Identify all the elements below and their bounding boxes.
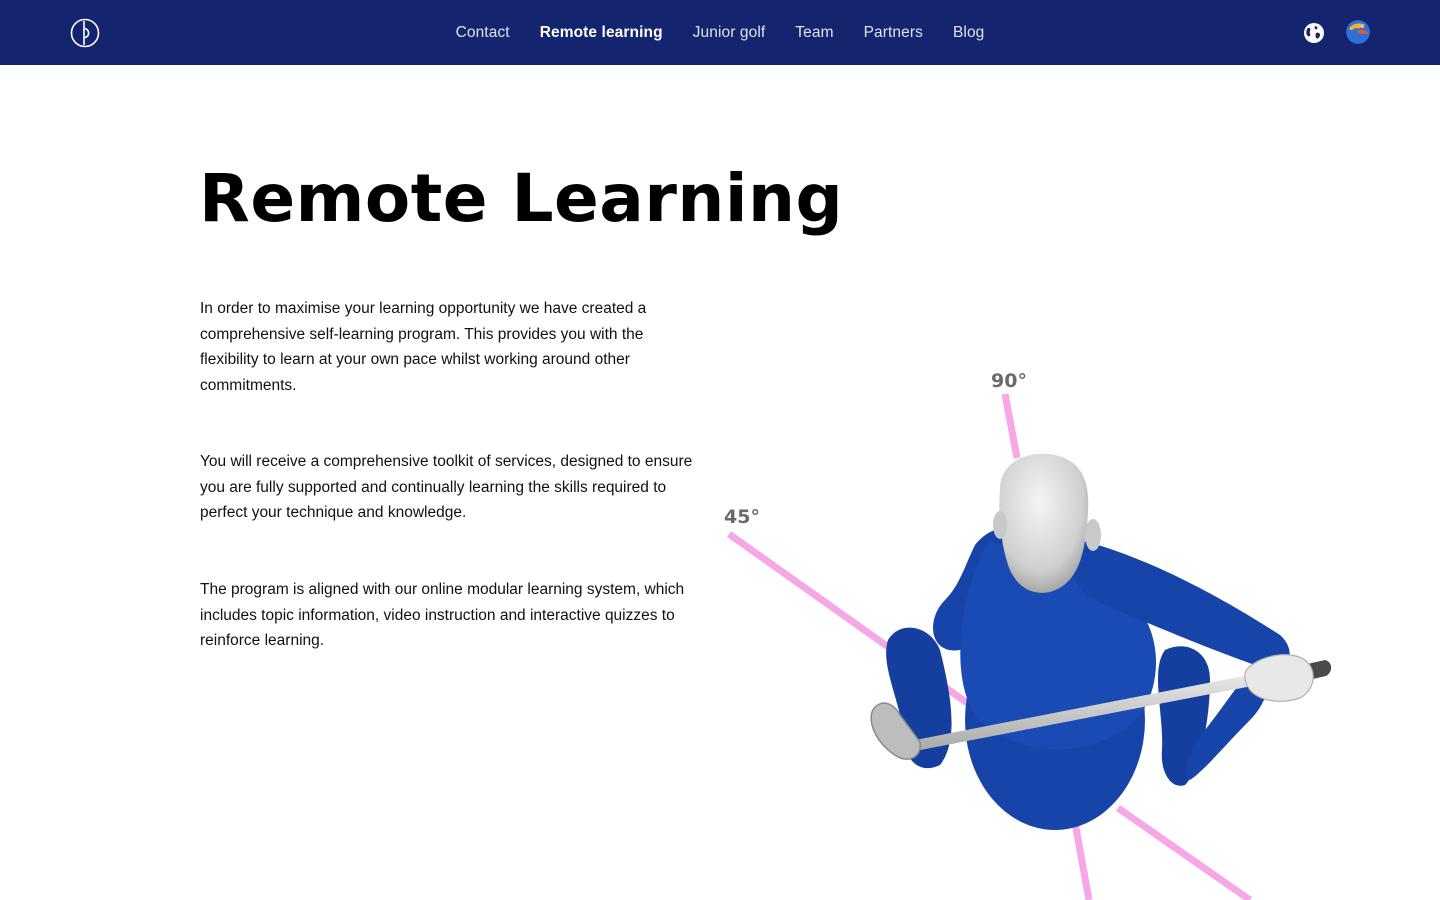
main-nav: Contact Remote learning Junior golf Team…	[0, 0, 1440, 65]
program-paragraph: The program is aligned with our online m…	[200, 581, 685, 650]
top-navigation-bar: Contact Remote learning Junior golf Team…	[0, 0, 1440, 65]
nav-link-junior-golf[interactable]: Junior golf	[693, 24, 766, 42]
globe-icon[interactable]	[1303, 22, 1325, 44]
nav-link-partners[interactable]: Partners	[864, 24, 923, 42]
toolkit-paragraph: You will receive a comprehensive toolkit…	[200, 453, 693, 522]
nav-link-contact[interactable]: Contact	[456, 24, 510, 42]
nav-link-blog[interactable]: Blog	[953, 24, 984, 42]
logo-icon[interactable]	[70, 18, 100, 48]
golf-swing-illustration: 90° 45°	[724, 370, 1332, 900]
nav-link-team[interactable]: Team	[795, 24, 833, 42]
angle-label-90: 90°	[991, 370, 1027, 392]
page-title: Remote Learning	[199, 160, 844, 237]
angle-line-diagonal	[1115, 805, 1253, 900]
nav-link-remote-learning[interactable]: Remote learning	[540, 24, 663, 42]
angle-label-45: 45°	[724, 506, 760, 528]
avatar[interactable]	[1346, 20, 1370, 44]
angle-line-90	[1001, 393, 1021, 459]
golfer-figure	[886, 453, 1290, 830]
intro-paragraph: In order to maximise your learning oppor…	[200, 300, 647, 394]
